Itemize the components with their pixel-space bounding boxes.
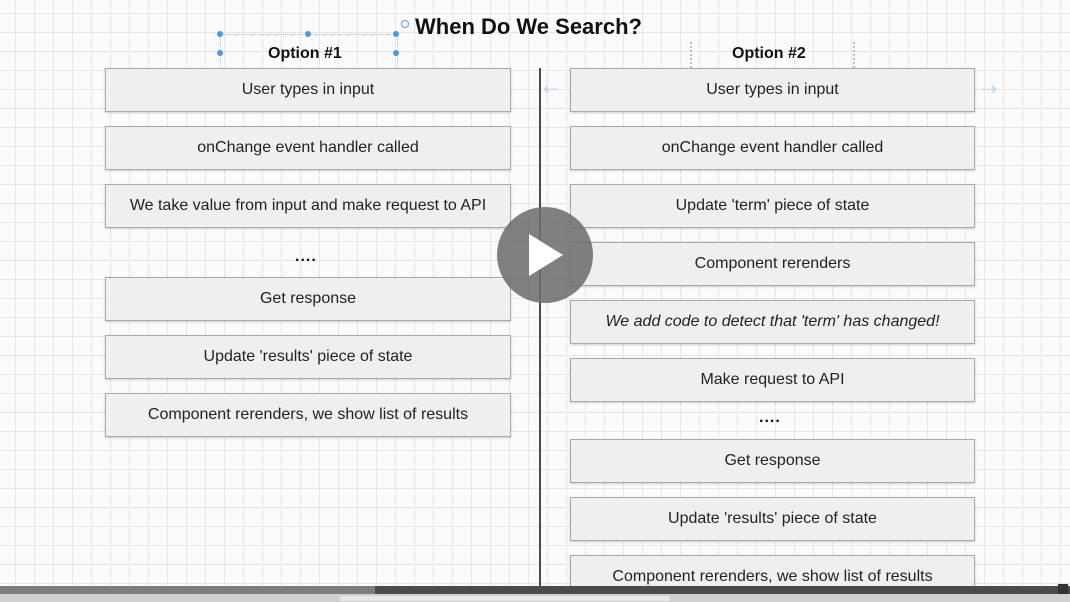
option1-step-box[interactable]: User types in input <box>105 68 511 112</box>
option2-step-box[interactable]: Component rerenders <box>570 242 975 286</box>
option1-step-box[interactable]: Get response <box>105 277 511 321</box>
option2-heading[interactable]: Option #2 <box>732 45 806 63</box>
scrollbar-thumb[interactable] <box>340 596 670 601</box>
option2-step-box[interactable]: Update 'term' piece of state <box>570 184 975 228</box>
option1-step-box[interactable]: Update 'results' piece of state <box>105 335 511 379</box>
play-icon <box>529 234 563 276</box>
column-divider[interactable] <box>539 68 541 592</box>
selection-handle[interactable] <box>393 31 399 37</box>
option2-step-box[interactable]: We add code to detect that 'term' has ch… <box>570 300 975 344</box>
option1-ellipsis: .... <box>295 248 317 265</box>
left-arrow-icon: ⇠ <box>543 79 559 99</box>
play-button[interactable] <box>497 207 593 303</box>
option1-step-box[interactable]: Component rerenders, we show list of res… <box>105 393 511 437</box>
selection-handle[interactable] <box>393 50 399 56</box>
selection-handle[interactable] <box>217 50 223 56</box>
selection-handle[interactable] <box>217 31 223 37</box>
option2-step-box[interactable]: Get response <box>570 439 975 483</box>
video-progress-fill <box>0 586 375 594</box>
page-title: When Do We Search? <box>415 14 642 39</box>
video-progress-bar[interactable] <box>0 586 1070 594</box>
right-arrow-icon: ⇢ <box>982 79 998 99</box>
selection-handle[interactable] <box>305 31 311 37</box>
option2-ellipsis: .... <box>759 409 781 426</box>
option1-step-box[interactable]: We take value from input and make reques… <box>105 184 511 228</box>
option1-step-box[interactable]: onChange event handler called <box>105 126 511 170</box>
alignment-guide <box>853 42 855 68</box>
alignment-guide <box>690 42 692 68</box>
option2-step-box[interactable]: Update 'results' piece of state <box>570 497 975 541</box>
option2-step-box[interactable]: User types in input <box>570 68 975 112</box>
option2-step-box[interactable]: onChange event handler called <box>570 126 975 170</box>
rotate-handle[interactable] <box>401 20 409 28</box>
option2-step-box[interactable]: Make request to API <box>570 358 975 402</box>
option1-heading[interactable]: Option #1 <box>268 45 342 63</box>
